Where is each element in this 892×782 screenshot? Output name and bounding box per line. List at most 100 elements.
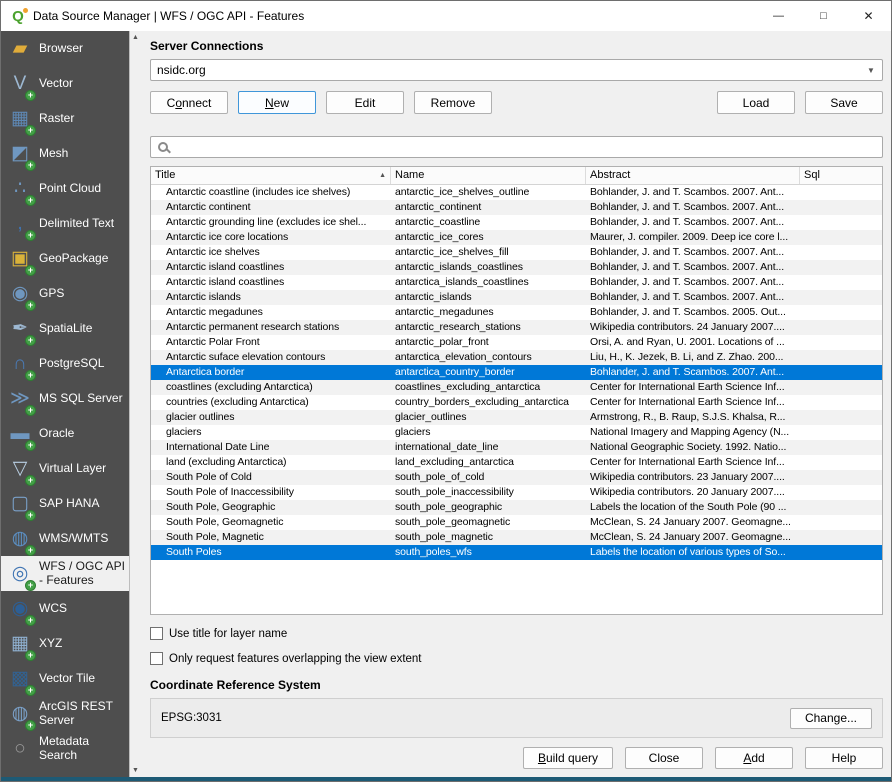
table-row[interactable]: South Pole of Cold south_pole_of_cold Wi… [151,470,882,485]
table-row[interactable]: Antarctic islands antarctic_islands Bohl… [151,290,882,305]
scroll-down-icon[interactable]: ▼ [132,767,139,774]
connection-buttons-row: Connect New Edit Remove Load Save [150,91,883,114]
table-row[interactable]: countries (excluding Antarctica) country… [151,395,882,410]
edit-button[interactable]: Edit [326,91,404,114]
dialog-body: ▰+ Browser V+ Vector ▦+ Raster ◩+ [1,31,891,777]
load-button[interactable]: Load [717,91,795,114]
cell-abstract: Wikipedia contributors. 23 January 2007.… [586,470,800,485]
sidebar-item-vector[interactable]: V+ Vector [1,66,129,101]
sidebar-item-oracle[interactable]: ▬+ Oracle [1,416,129,451]
cell-name: coastlines_excluding_antarctica [391,380,586,395]
scroll-up-icon[interactable]: ▲ [132,34,139,41]
overlap-checkbox[interactable] [150,652,163,665]
table-row[interactable]: Antarctic continent antarctic_continent … [151,200,882,215]
table-row[interactable]: South Poles south_poles_wfs Labels the l… [151,545,882,560]
window-controls: — □ ✕ [756,1,891,31]
sidebar-item-ms-sql-server[interactable]: ≫+ MS SQL Server [1,381,129,416]
cell-title: countries (excluding Antarctica) [151,395,391,410]
sidebar-item-label: WFS / OGC API - Features [39,560,127,588]
overlap-option: Only request features overlapping the vi… [150,652,883,665]
sidebar-item-delimited-text[interactable]: ,+ Delimited Text [1,206,129,241]
sidebar-item-browser[interactable]: ▰+ Browser [1,31,129,66]
cell-title: Antarctic islands [151,290,391,305]
sidebar-item-sap-hana[interactable]: ▢+ SAP HANA [1,486,129,521]
sidebar-item-vector-tile[interactable]: ▩+ Vector Tile [1,661,129,696]
dashed-square-icon: ▢+ [7,491,33,517]
plus-badge-icon: + [25,405,36,416]
sidebar-item-label: WCS [39,602,67,616]
search-input[interactable] [168,140,882,154]
table-row[interactable]: Antarctic ice core locations antarctic_i… [151,230,882,245]
column-header-sql[interactable]: Sql [800,167,882,184]
point-cloud-icon: ∴+ [7,176,33,202]
table-row[interactable]: land (excluding Antarctica) land_excludi… [151,455,882,470]
minimize-button[interactable]: — [756,1,801,31]
cell-name: antarctic_continent [391,200,586,215]
table-row[interactable]: South Pole, Magnetic south_pole_magnetic… [151,530,882,545]
sidebar-item-postgresql[interactable]: ∩+ PostgreSQL [1,346,129,381]
virtual-layer-icon: ▽+ [7,456,33,482]
table-row[interactable]: International Date Line international_da… [151,440,882,455]
table-row[interactable]: Antarctica border antarctica_country_bor… [151,365,882,380]
close-window-button[interactable]: ✕ [846,1,891,31]
overlap-label: Only request features overlapping the vi… [169,653,422,665]
build-query-button[interactable]: Build query [523,747,613,769]
cell-name: antarctica_elevation_contours [391,350,586,365]
plus-badge-icon: + [25,720,36,731]
table-row[interactable]: Antarctic grounding line (excludes ice s… [151,215,882,230]
table-row[interactable]: Antarctic island coastlines antarctica_i… [151,275,882,290]
sidebar-item-raster[interactable]: ▦+ Raster [1,101,129,136]
sidebar-item-label: SpatiaLite [39,322,92,336]
use-title-option: Use title for layer name [150,627,883,640]
use-title-checkbox[interactable] [150,627,163,640]
table-row[interactable]: South Pole, Geographic south_pole_geogra… [151,500,882,515]
connect-button[interactable]: Connect [150,91,228,114]
sidebar-item-wfs-ogc-api-features[interactable]: ◎+ WFS / OGC API - Features [1,556,129,591]
cell-title: Antarctic ice core locations [151,230,391,245]
window-bottom-edge [1,777,891,781]
table-row[interactable]: glaciers glaciers National Imagery and M… [151,425,882,440]
table-row[interactable]: Antarctic megadunes antarctic_megadunes … [151,305,882,320]
table-row[interactable]: glacier outlines glacier_outlines Armstr… [151,410,882,425]
sidebar-item-geopackage[interactable]: ▣+ GeoPackage [1,241,129,276]
sidebar-item-wcs[interactable]: ◉+ WCS [1,591,129,626]
table-row[interactable]: Antarctic Polar Front antarctic_polar_fr… [151,335,882,350]
cell-title: Antarctic grounding line (excludes ice s… [151,215,391,230]
table-row[interactable]: Antarctic permanent research stations an… [151,320,882,335]
table-row[interactable]: South Pole, Geomagnetic south_pole_geoma… [151,515,882,530]
save-button[interactable]: Save [805,91,883,114]
connection-select[interactable]: nsidc.org ▼ [150,59,883,81]
table-row[interactable]: Antarctic island coastlines antarctic_is… [151,260,882,275]
sidebar-item-arcgis-rest-server[interactable]: ◍+ ArcGIS REST Server [1,696,129,731]
new-button[interactable]: New [238,91,316,114]
help-button[interactable]: Help [805,747,883,769]
sidebar-item-metadata-search[interactable]: ○+ Metadata Search [1,731,129,766]
table-header: Title ▲ Name Abstract Sql [151,167,882,185]
sidebar-item-point-cloud[interactable]: ∴+ Point Cloud [1,171,129,206]
table-row[interactable]: Antarctic coastline (includes ice shelve… [151,185,882,200]
change-crs-button[interactable]: Change... [790,708,872,729]
remove-button[interactable]: Remove [414,91,492,114]
column-header-abstract[interactable]: Abstract [586,167,800,184]
column-header-title[interactable]: Title ▲ [151,167,391,184]
table-row[interactable]: Antarctic suface elevation contours anta… [151,350,882,365]
sidebar-item-spatialite[interactable]: ✒+ SpatiaLite [1,311,129,346]
maximize-button[interactable]: □ [801,1,846,31]
table-row[interactable]: Antarctic ice shelves antarctic_ice_shel… [151,245,882,260]
sidebar-item-gps[interactable]: ◉+ GPS [1,276,129,311]
table-row[interactable]: South Pole of Inaccessibility south_pole… [151,485,882,500]
sidebar-item-xyz[interactable]: ▦+ XYZ [1,626,129,661]
cell-sql [800,290,882,305]
cell-title: coastlines (excluding Antarctica) [151,380,391,395]
sidebar-item-virtual-layer[interactable]: ▽+ Virtual Layer [1,451,129,486]
close-button[interactable]: Close [625,747,703,769]
sidebar-item-label: Vector Tile [39,672,95,686]
plus-badge-icon: + [25,685,36,696]
sidebar-item-wms-wmts[interactable]: ◍+ WMS/WMTS [1,521,129,556]
add-button[interactable]: Add [715,747,793,769]
sidebar-item-mesh[interactable]: ◩+ Mesh [1,136,129,171]
sidebar-scrollbar[interactable]: ▲ ▼ [129,31,141,777]
cell-sql [800,185,882,200]
table-row[interactable]: coastlines (excluding Antarctica) coastl… [151,380,882,395]
column-header-name[interactable]: Name [391,167,586,184]
